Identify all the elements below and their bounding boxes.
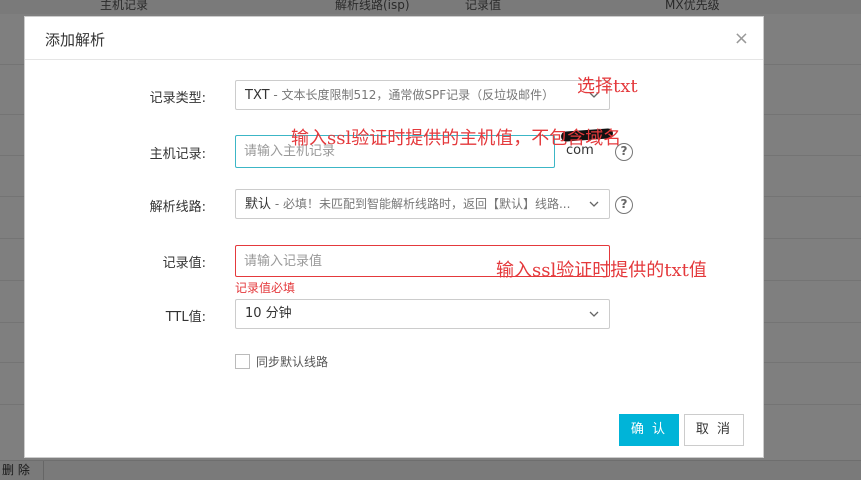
dialog-title: 添加解析: [45, 31, 106, 49]
add-record-dialog: 添加解析 × 记录类型: TXT - 文本长度限制512，通常做SPF记录（反垃…: [24, 16, 764, 458]
ttl-select[interactable]: 10 分钟: [235, 299, 610, 329]
sync-default-label[interactable]: 同步默认线路: [256, 353, 328, 370]
line-select[interactable]: 默认 - 必填！未匹配到智能解析线路时，返回【默认】线路...: [235, 189, 610, 219]
sync-default-checkbox[interactable]: [235, 354, 250, 369]
dialog-header: 添加解析 ×: [25, 17, 763, 60]
line-label: 解析线路:: [149, 200, 206, 215]
ttl-label: TTL值:: [165, 310, 206, 325]
confirm-button[interactable]: 确 认: [619, 414, 679, 446]
record-type-value: TXT: [245, 88, 270, 103]
host-record-label: 主机记录:: [149, 147, 206, 162]
record-type-label: 记录类型:: [149, 91, 206, 106]
chevron-down-icon: [589, 201, 599, 207]
cancel-button[interactable]: 取 消: [684, 414, 744, 446]
record-value-error: 记录值必填: [235, 281, 296, 295]
annotation-host-hint: 输入ssl验证时提供的主机值，不包含域名: [291, 128, 622, 149]
chevron-down-icon: [589, 311, 599, 317]
line-hint: - 必填！未匹配到智能解析线路时，返回【默认】线路...: [271, 197, 571, 211]
line-value: 默认: [245, 197, 272, 212]
annotation-value-hint: 输入ssl验证时提供的txt值: [496, 260, 707, 281]
line-help-icon[interactable]: ?: [615, 196, 633, 214]
annotation-select-txt: 选择txt: [577, 76, 638, 97]
record-type-hint: - 文本长度限制512，通常做SPF记录（反垃圾邮件）: [269, 88, 555, 102]
ttl-value: 10 分钟: [245, 306, 292, 321]
record-type-select[interactable]: TXT - 文本长度限制512，通常做SPF记录（反垃圾邮件）: [235, 80, 610, 110]
record-value-label: 记录值:: [162, 256, 206, 271]
close-icon[interactable]: ×: [734, 30, 749, 48]
